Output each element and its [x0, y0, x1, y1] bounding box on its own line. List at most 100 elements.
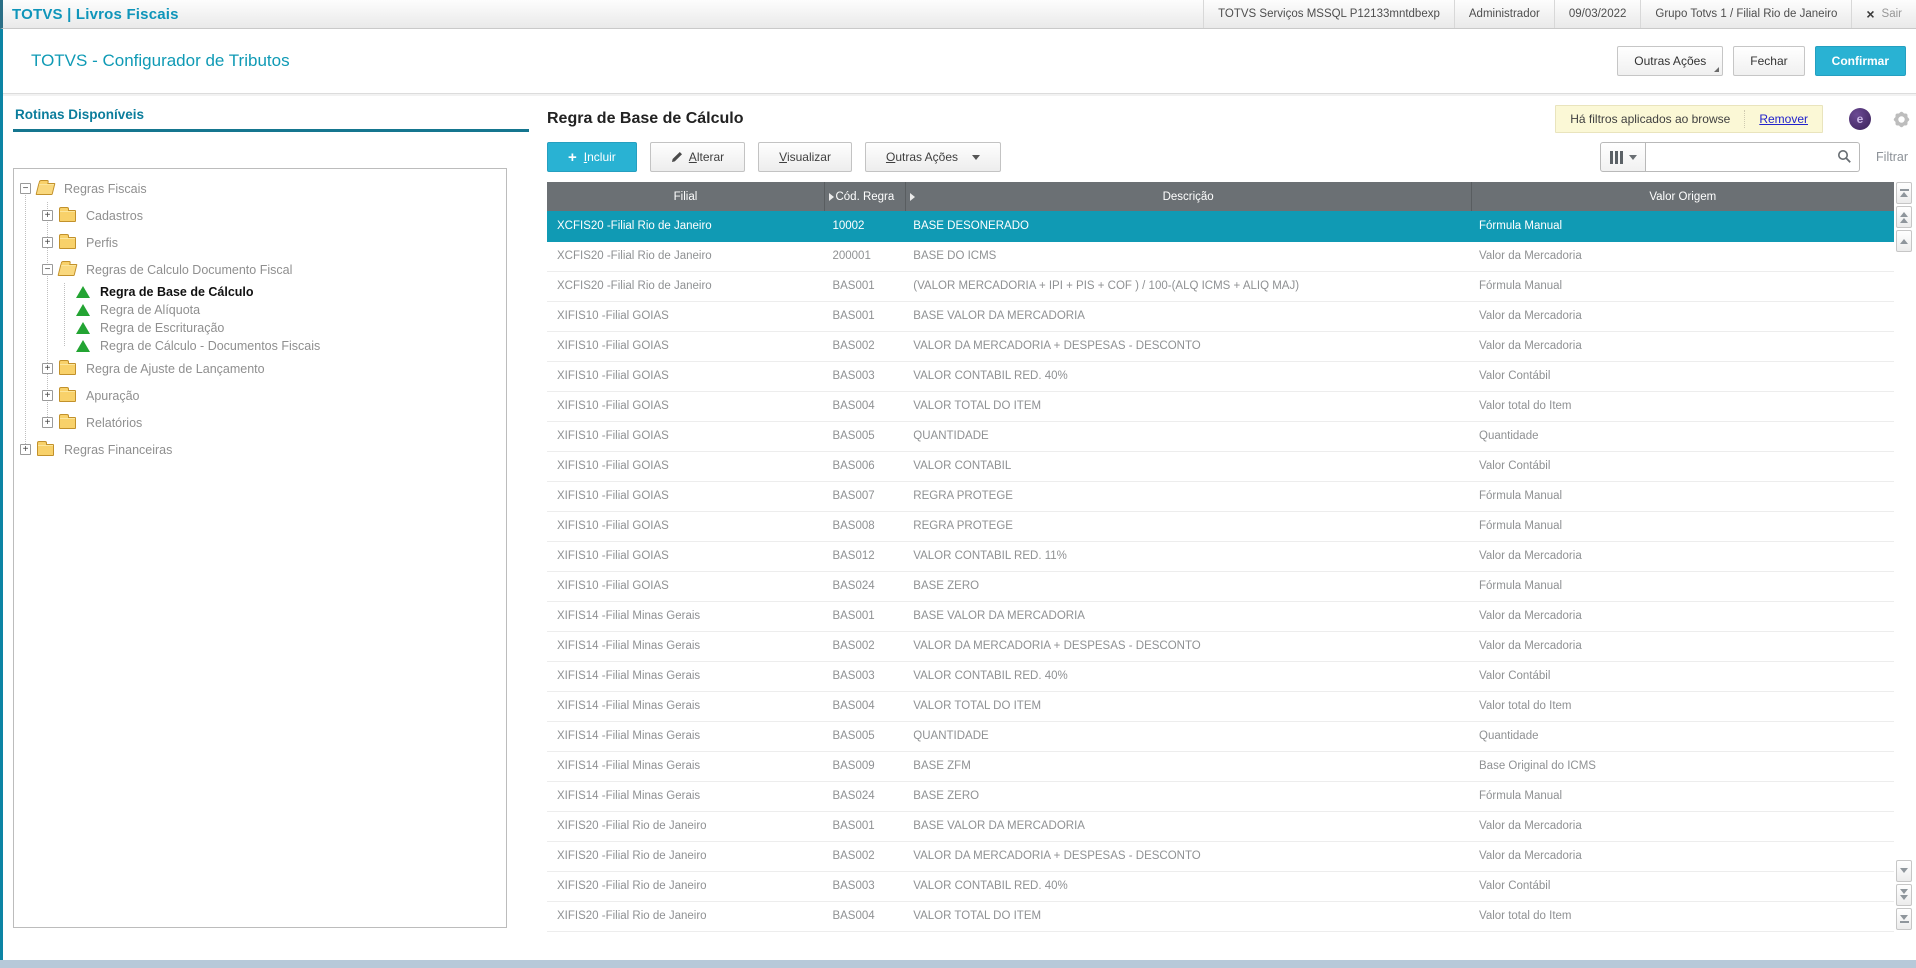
table-row[interactable]: XIFIS10 -Filial GOIAS BAS006 VALOR CONTA… — [547, 451, 1894, 482]
tree-item[interactable]: Regras de Calculo Documento Fiscal — [14, 256, 506, 283]
table-row[interactable]: XIFIS14 -Filial Minas Gerais BAS024 BASE… — [547, 781, 1894, 812]
cell-filial[interactable]: XIFIS14 -Filial Minas Gerais — [547, 751, 825, 782]
tree-item[interactable]: Regra de Base de Cálculo — [14, 283, 506, 301]
page-up-button[interactable] — [1896, 206, 1912, 228]
cell-filial[interactable]: XIFIS14 -Filial Minas Gerais — [547, 691, 825, 722]
tree-item[interactable]: Relatórios — [14, 409, 506, 436]
table-row[interactable]: XCFIS20 -Filial Rio de Janeiro 10002 BAS… — [547, 211, 1894, 242]
tree-item[interactable]: Regras Fiscais — [14, 175, 506, 202]
cell-valor-origem[interactable]: Fórmula Manual — [1471, 571, 1894, 602]
cell-cod-regra[interactable]: BAS004 — [824, 901, 906, 932]
cell-filial[interactable]: XCFIS20 -Filial Rio de Janeiro — [547, 271, 825, 302]
table-row[interactable]: XIFIS14 -Filial Minas Gerais BAS005 QUAN… — [547, 721, 1894, 752]
table-row[interactable]: XIFIS20 -Filial Rio de Janeiro BAS001 BA… — [547, 811, 1894, 842]
cell-descricao[interactable]: VALOR CONTABIL RED. 40% — [905, 661, 1472, 692]
cell-descricao[interactable]: VALOR CONTABIL RED. 40% — [905, 361, 1472, 392]
cell-filial[interactable]: XCFIS20 -Filial Rio de Janeiro — [547, 211, 825, 242]
edit-button[interactable]: Alterar — [649, 142, 746, 172]
table-row[interactable]: XIFIS20 -Filial Rio de Janeiro BAS003 VA… — [547, 871, 1894, 902]
cell-valor-origem[interactable]: Fórmula Manual — [1471, 271, 1894, 302]
table-row[interactable]: XIFIS14 -Filial Minas Gerais BAS002 VALO… — [547, 631, 1894, 662]
cell-filial[interactable]: XIFIS10 -Filial GOIAS — [547, 331, 825, 362]
tree-item[interactable]: Cadastros — [14, 202, 506, 229]
cell-cod-regra[interactable]: BAS004 — [824, 691, 906, 722]
cell-descricao[interactable]: QUANTIDADE — [905, 421, 1472, 452]
cell-valor-origem[interactable]: Valor da Mercadoria — [1471, 841, 1894, 872]
cell-cod-regra[interactable]: BAS001 — [824, 301, 906, 332]
step-down-button[interactable] — [1896, 859, 1912, 882]
cell-cod-regra[interactable]: BAS024 — [824, 781, 906, 812]
tree-expander-icon[interactable] — [20, 183, 31, 194]
cell-filial[interactable]: XIFIS10 -Filial GOIAS — [547, 361, 825, 392]
tree-item[interactable]: Regra de Cálculo - Documentos Fiscais — [14, 337, 506, 355]
cell-valor-origem[interactable]: Quantidade — [1471, 421, 1894, 452]
cell-valor-origem[interactable]: Valor da Mercadoria — [1471, 331, 1894, 362]
cell-cod-regra[interactable]: BAS003 — [824, 361, 906, 392]
scroll-bottom-button[interactable] — [1896, 907, 1912, 930]
window-other-actions-button[interactable]: Outras Ações — [1617, 46, 1724, 76]
cell-cod-regra[interactable]: BAS001 — [824, 601, 906, 632]
assistant-avatar-icon[interactable]: e — [1849, 108, 1871, 130]
cell-descricao[interactable]: BASE ZERO — [905, 781, 1472, 812]
table-row[interactable]: XIFIS10 -Filial GOIAS BAS002 VALOR DA ME… — [547, 331, 1894, 362]
cell-valor-origem[interactable]: Valor da Mercadoria — [1471, 631, 1894, 662]
tree-expander-icon[interactable] — [42, 264, 53, 275]
cell-descricao[interactable]: VALOR TOTAL DO ITEM — [905, 901, 1472, 932]
exit-button[interactable]: × Sair — [1851, 0, 1916, 28]
tree-item[interactable]: Regra de Alíquota — [14, 301, 506, 319]
cell-descricao[interactable]: BASE DO ICMS — [905, 241, 1472, 272]
cell-descricao[interactable]: VALOR TOTAL DO ITEM — [905, 691, 1472, 722]
tree-expander-icon[interactable] — [42, 237, 53, 248]
cell-filial[interactable]: XIFIS20 -Filial Rio de Janeiro — [547, 901, 825, 932]
tree-item[interactable]: Regra de Escrituração — [14, 319, 506, 337]
cell-valor-origem[interactable]: Fórmula Manual — [1471, 511, 1894, 542]
cell-filial[interactable]: XIFIS10 -Filial GOIAS — [547, 571, 825, 602]
cell-filial[interactable]: XIFIS10 -Filial GOIAS — [547, 451, 825, 482]
cell-descricao[interactable]: BASE DESONERADO — [905, 211, 1472, 242]
other-actions-button[interactable]: Outras Ações — [864, 142, 1002, 172]
cell-valor-origem[interactable]: Valor Contábil — [1471, 361, 1894, 392]
column-header-cod-regra[interactable]: Cód. Regra — [823, 182, 906, 211]
cell-descricao[interactable]: QUANTIDADE — [905, 721, 1472, 752]
cell-filial[interactable]: XIFIS14 -Filial Minas Gerais — [547, 661, 825, 692]
table-row[interactable]: XIFIS20 -Filial Rio de Janeiro BAS004 VA… — [547, 901, 1894, 932]
cell-valor-origem[interactable]: Valor da Mercadoria — [1471, 301, 1894, 332]
cell-filial[interactable]: XIFIS10 -Filial GOIAS — [547, 391, 825, 422]
tree-expander-icon[interactable] — [42, 390, 53, 401]
cell-valor-origem[interactable]: Valor Contábil — [1471, 871, 1894, 902]
cell-filial[interactable]: XIFIS10 -Filial GOIAS — [547, 301, 825, 332]
cell-cod-regra[interactable]: BAS003 — [824, 661, 906, 692]
table-row[interactable]: XIFIS10 -Filial GOIAS BAS001 BASE VALOR … — [547, 301, 1894, 332]
cell-valor-origem[interactable]: Valor da Mercadoria — [1471, 601, 1894, 632]
tree-item[interactable]: Regra de Ajuste de Lançamento — [14, 355, 506, 382]
cell-cod-regra[interactable]: BAS005 — [824, 421, 906, 452]
cell-filial[interactable]: XIFIS14 -Filial Minas Gerais — [547, 631, 825, 662]
cell-cod-regra[interactable]: 200001 — [824, 241, 906, 272]
cell-cod-regra[interactable]: BAS008 — [824, 511, 906, 542]
scrollbar-track[interactable] — [1896, 254, 1912, 860]
include-button[interactable]: + Incluir — [547, 142, 637, 172]
cell-descricao[interactable]: BASE VALOR DA MERCADORIA — [905, 811, 1472, 842]
table-row[interactable]: XIFIS14 -Filial Minas Gerais BAS001 BASE… — [547, 601, 1894, 632]
table-row[interactable]: XIFIS10 -Filial GOIAS BAS005 QUANTIDADE … — [547, 421, 1894, 452]
cell-cod-regra[interactable]: BAS012 — [824, 541, 906, 572]
cell-descricao[interactable]: VALOR CONTABIL — [905, 451, 1472, 482]
cell-valor-origem[interactable]: Valor da Mercadoria — [1471, 811, 1894, 842]
cell-descricao[interactable]: BASE ZFM — [905, 751, 1472, 782]
cell-cod-regra[interactable]: BAS007 — [824, 481, 906, 512]
cell-cod-regra[interactable]: BAS001 — [824, 811, 906, 842]
table-row[interactable]: XIFIS10 -Filial GOIAS BAS008 REGRA PROTE… — [547, 511, 1894, 542]
cell-valor-origem[interactable]: Quantidade — [1471, 721, 1894, 752]
cell-descricao[interactable]: BASE VALOR DA MERCADORIA — [905, 601, 1472, 632]
cell-valor-origem[interactable]: Fórmula Manual — [1471, 211, 1894, 242]
cell-filial[interactable]: XIFIS20 -Filial Rio de Janeiro — [547, 811, 825, 842]
confirm-button[interactable]: Confirmar — [1814, 46, 1906, 76]
cell-descricao[interactable]: (VALOR MERCADORIA + IPI + PIS + COF ) / … — [905, 271, 1472, 302]
tree-item[interactable]: Regras Financeiras — [14, 436, 506, 463]
cell-filial[interactable]: XIFIS14 -Filial Minas Gerais — [547, 721, 825, 752]
view-button[interactable]: Visualizar — [758, 142, 852, 172]
cell-valor-origem[interactable]: Valor total do Item — [1471, 391, 1894, 422]
cell-cod-regra[interactable]: BAS006 — [824, 451, 906, 482]
cell-cod-regra[interactable]: BAS003 — [824, 871, 906, 902]
remove-filter-link[interactable]: Remover — [1759, 112, 1808, 126]
